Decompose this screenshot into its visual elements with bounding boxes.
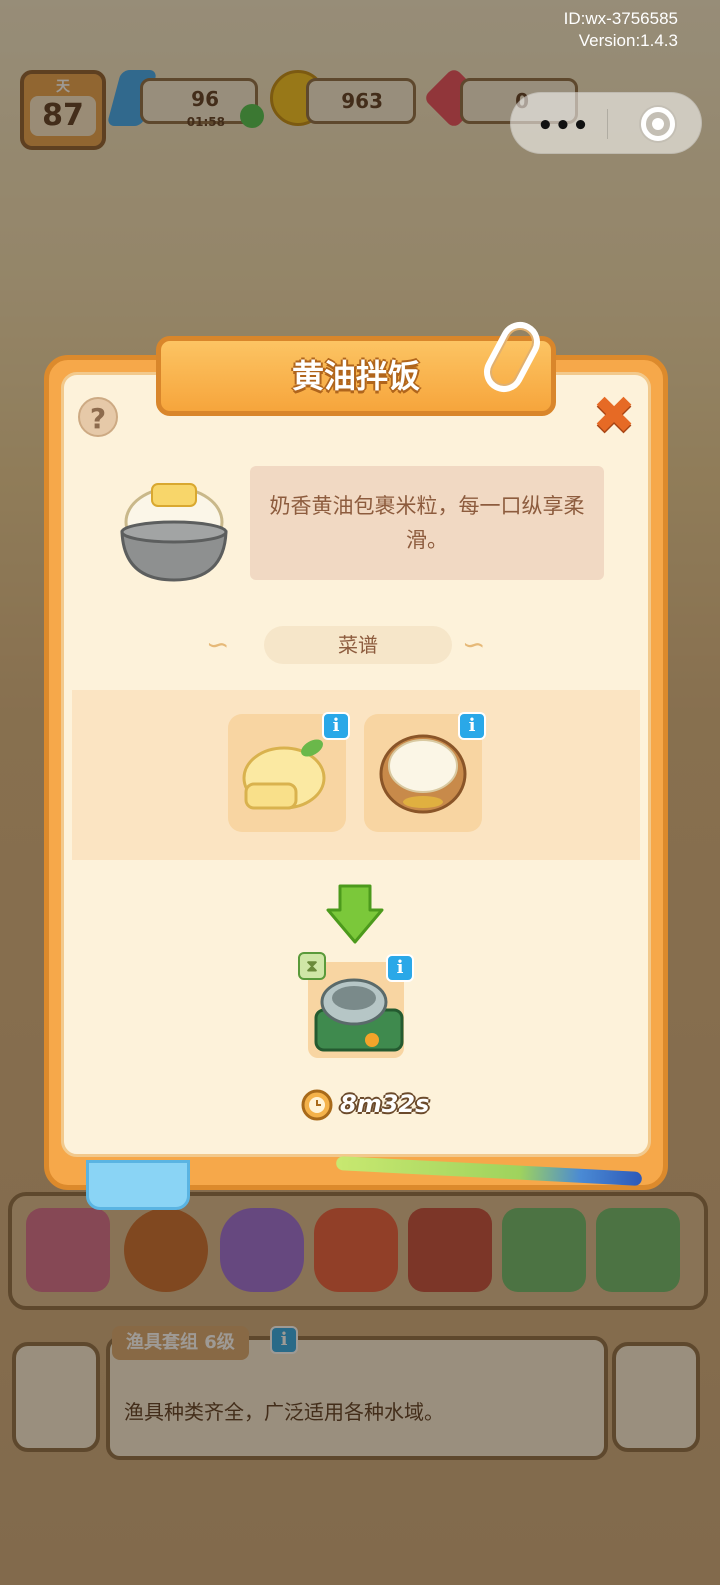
arrow-down-icon — [326, 884, 384, 944]
cook-timer: 8m32s — [300, 1086, 429, 1122]
build-id: ID:wx-3756585 — [563, 9, 678, 28]
right-ornament-icon: ∽ — [462, 628, 486, 661]
ingredients-band — [72, 690, 640, 860]
butter-rice-dish-icon — [120, 483, 228, 582]
dish-description-box: 奶香黄油包裹米粒，每一口纵享柔滑。 — [250, 466, 604, 580]
build-version: Version:1.4.3 — [578, 31, 678, 50]
cook-time: 8m32s — [340, 1090, 430, 1118]
machine-info-icon[interactable]: i — [386, 954, 414, 982]
mini-program-capsule: ••• — [510, 92, 702, 154]
close-program-button[interactable] — [641, 107, 675, 141]
help-button[interactable]: ? — [78, 397, 118, 437]
stopwatch-icon — [301, 1089, 333, 1121]
rice-info-icon[interactable]: i — [458, 712, 486, 740]
build-info: ID:wx-3756585 Version:1.4.3 — [564, 8, 678, 52]
more-menu-button[interactable]: ••• — [537, 111, 590, 141]
recipe-header: ∽ 菜谱 ∽ — [200, 626, 520, 666]
modal-blue-ribbon — [86, 1160, 190, 1210]
close-button[interactable]: ✖ — [590, 390, 638, 442]
hourglass-icon: ⧗ — [298, 952, 326, 980]
left-ornament-icon: ∽ — [206, 628, 230, 661]
recipe-label: 菜谱 — [264, 626, 452, 664]
capsule-divider — [607, 109, 608, 139]
butter-info-icon[interactable]: i — [322, 712, 350, 740]
dish-description: 奶香黄油包裹米粒，每一口纵享柔滑。 — [269, 494, 585, 552]
